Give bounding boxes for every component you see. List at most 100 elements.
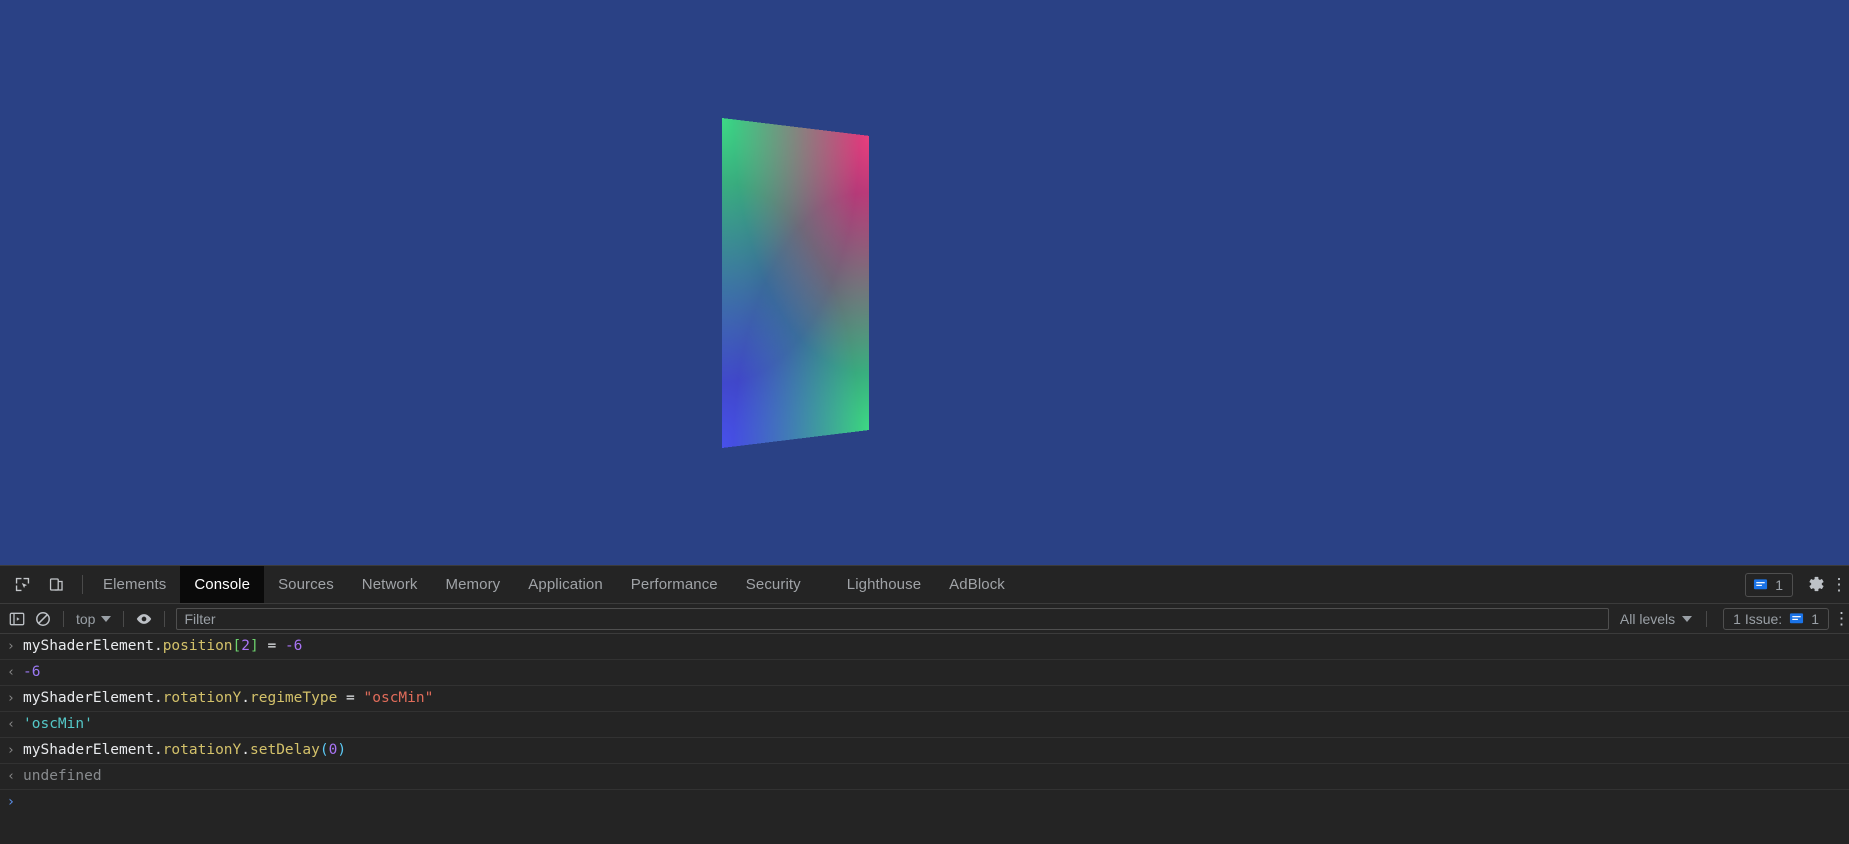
- input-arrow-icon: ›: [8, 639, 14, 654]
- execution-context-value: top: [76, 610, 96, 627]
- log-levels-selector[interactable]: All levels: [1613, 608, 1699, 630]
- console-output-row: ‹ -6: [0, 660, 1849, 686]
- code-token: .: [241, 742, 250, 758]
- tab-label: Application: [528, 576, 603, 593]
- tab-network[interactable]: Network: [348, 566, 432, 603]
- toolbar-divider: [82, 575, 83, 594]
- input-arrow-icon: ›: [8, 691, 14, 706]
- console-sidebar-toggle-icon[interactable]: [4, 607, 30, 631]
- clear-console-icon[interactable]: [30, 607, 56, 631]
- tab-label: Sources: [278, 576, 334, 593]
- console-message-text: undefined: [22, 766, 102, 787]
- tab-adblock[interactable]: AdBlock: [935, 566, 1019, 603]
- tabstrip-right-actions: 1 ⋮: [1745, 566, 1849, 603]
- code-token: =: [258, 638, 285, 654]
- code-token: "oscMin": [363, 690, 434, 706]
- console-output-row: ‹ undefined: [0, 764, 1849, 790]
- tab-label: Console: [194, 576, 251, 593]
- message-icon: [1790, 613, 1804, 624]
- tab-lighthouse[interactable]: Lighthouse: [833, 566, 935, 603]
- toolbar-divider: [164, 610, 166, 627]
- console-output-row: ‹ 'oscMin': [0, 712, 1849, 738]
- output-arrow-icon: ‹: [8, 717, 14, 732]
- devtools-tool-icons: [0, 566, 76, 603]
- shader-quad: [722, 118, 870, 448]
- code-token: position: [162, 638, 233, 654]
- live-expression-eye-icon[interactable]: [131, 607, 157, 631]
- code-token: .: [153, 638, 163, 654]
- console-filter-input[interactable]: [176, 607, 1609, 630]
- gear-icon[interactable]: [1801, 570, 1831, 600]
- issues-summary-label: 1 Issue:: [1733, 610, 1783, 627]
- devtools-window: Elements Console Sources Network Memory …: [0, 0, 1849, 844]
- code-token: -6: [23, 664, 41, 680]
- code-token: setDelay: [250, 742, 320, 758]
- code-token: myShaderElement: [23, 690, 154, 706]
- input-arrow-icon: ›: [8, 743, 14, 758]
- toolbar-divider: [63, 610, 64, 627]
- code-token: ): [337, 742, 347, 758]
- console-settings-kebab-icon[interactable]: ⋮: [1833, 609, 1849, 629]
- execution-context-selector[interactable]: top: [71, 609, 116, 629]
- code-token: .: [153, 690, 163, 706]
- issues-counter-button[interactable]: 1: [1745, 572, 1793, 597]
- console-prompt-row[interactable]: ›: [0, 790, 1849, 814]
- code-token: =: [337, 690, 364, 706]
- code-token: (: [319, 742, 329, 758]
- chevron-down-icon: [1682, 615, 1693, 622]
- log-levels-value: All levels: [1619, 610, 1676, 627]
- tab-label: Performance: [630, 576, 718, 593]
- console-input-row: › myShaderElement.position[2] = -6: [0, 634, 1849, 660]
- output-arrow-icon: ‹: [8, 769, 14, 784]
- prompt-arrow-icon: ›: [8, 794, 14, 810]
- console-toolbar: top All levels 1 Issue:: [0, 604, 1849, 634]
- tab-label: Security: [745, 576, 801, 593]
- code-token: 0: [328, 742, 338, 758]
- console-message-text: 'oscMin': [22, 714, 93, 735]
- code-token: .: [241, 690, 250, 706]
- toolbar-divider: [123, 610, 125, 627]
- tab-label: Lighthouse: [846, 576, 922, 593]
- tab-performance[interactable]: Performance: [617, 566, 732, 603]
- console-message-list[interactable]: › myShaderElement.position[2] = -6 ‹ -6 › myS…: [0, 634, 1849, 844]
- tab-memory[interactable]: Memory: [432, 566, 515, 603]
- issues-summary-button[interactable]: 1 Issue: 1: [1723, 607, 1829, 630]
- console-message-text: myShaderElement.position[2] = -6: [22, 636, 302, 657]
- tab-sources[interactable]: Sources: [264, 566, 348, 603]
- code-token: 'oscMin': [23, 716, 93, 732]
- inspect-element-icon[interactable]: [8, 571, 36, 599]
- tab-security[interactable]: Security: [732, 566, 815, 603]
- issues-summary-count: 1: [1811, 610, 1819, 627]
- shader-stage: [0, 0, 1849, 565]
- code-token: undefined: [23, 768, 102, 784]
- issues-count: 1: [1775, 576, 1783, 593]
- code-token: 2: [241, 638, 250, 654]
- chevron-down-icon: [101, 615, 112, 622]
- tab-elements[interactable]: Elements: [89, 566, 180, 603]
- devtools-tabs: Elements Console Sources Network Memory …: [89, 566, 1745, 603]
- tab-application[interactable]: Application: [514, 566, 616, 603]
- devtools-tabstrip: Elements Console Sources Network Memory …: [0, 566, 1849, 604]
- code-token: .: [153, 742, 163, 758]
- code-token: myShaderElement: [23, 742, 154, 758]
- code-token: ]: [250, 638, 259, 654]
- code-token: myShaderElement: [23, 638, 154, 654]
- console-input-row: › myShaderElement.rotationY.setDelay(0): [0, 738, 1849, 764]
- console-input-row: › myShaderElement.rotationY.regimeType = …: [0, 686, 1849, 712]
- tab-label: AdBlock: [949, 576, 1005, 593]
- page-viewport: [0, 0, 1849, 565]
- device-toolbar-icon[interactable]: [42, 571, 70, 599]
- more-options-kebab-icon[interactable]: ⋮: [1831, 570, 1848, 600]
- tab-console[interactable]: Console: [180, 566, 265, 603]
- tab-label: Memory: [445, 576, 501, 593]
- output-arrow-icon: ‹: [8, 665, 14, 680]
- code-token: [: [232, 638, 242, 654]
- console-message-text: -6: [22, 662, 40, 683]
- code-token: rotationY: [162, 742, 242, 758]
- tab-label: Network: [361, 576, 418, 593]
- code-token: -6: [284, 638, 303, 654]
- message-icon: [1754, 579, 1768, 590]
- devtools-panel: Elements Console Sources Network Memory …: [0, 565, 1849, 844]
- code-token: rotationY: [162, 690, 242, 706]
- tab-label: Elements: [103, 576, 167, 593]
